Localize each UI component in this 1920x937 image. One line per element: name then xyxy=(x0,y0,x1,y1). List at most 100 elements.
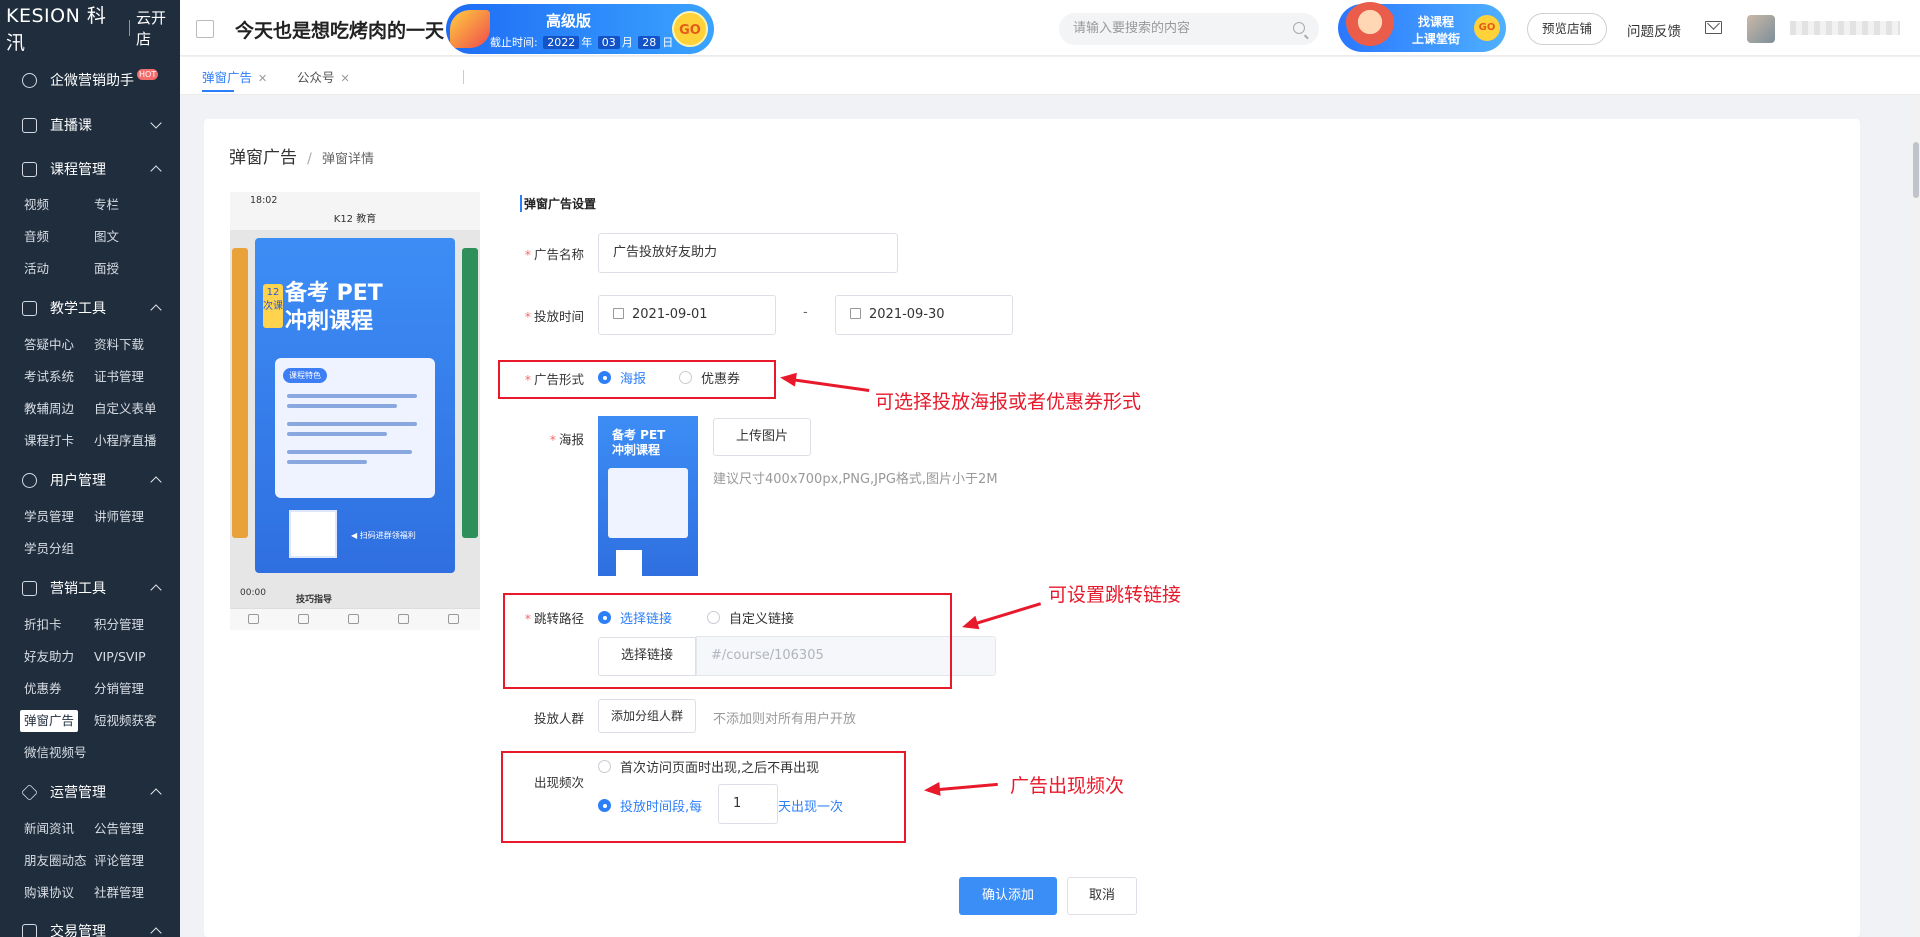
page-scrollbar-thumb[interactable] xyxy=(1913,142,1919,198)
cancel-button[interactable]: 取消 xyxy=(1067,877,1137,915)
sidebar-item-video[interactable]: 视频 xyxy=(24,194,49,216)
nav-group-user[interactable]: 用户管理 xyxy=(0,463,180,497)
logo-divider xyxy=(129,20,131,36)
close-icon[interactable]: ✕ xyxy=(258,72,267,85)
sidebar-item-agreement[interactable]: 购课协议 xyxy=(24,882,74,904)
sidebar-item-popup-ad[interactable]: 弹窗广告 xyxy=(20,710,79,732)
nav-group-marketing[interactable]: 营销工具 xyxy=(0,571,180,605)
find-course-banner[interactable]: 找课程 上课堂街 GO xyxy=(1338,2,1506,52)
close-icon[interactable]: ✕ xyxy=(341,72,350,85)
sidebar-item-mini-live[interactable]: 小程序直播 xyxy=(94,430,157,452)
audience-hint: 不添加则对所有用户开放 xyxy=(713,712,857,727)
breadcrumb-parent[interactable]: 弹窗广告 xyxy=(229,148,297,168)
sidebar-item-vip[interactable]: VIP/SVIP xyxy=(94,646,146,668)
sidebar-item-activity[interactable]: 活动 xyxy=(24,258,49,280)
tab-popup-ad[interactable]: 弹窗广告 ✕ xyxy=(202,67,267,86)
collapse-menu-icon[interactable] xyxy=(196,20,214,38)
sidebar-item-column[interactable]: 专栏 xyxy=(94,194,119,216)
add-group-button[interactable]: 添加分组人群 xyxy=(598,699,696,733)
phone-title: K12 教育 xyxy=(230,210,480,230)
mail-icon[interactable] xyxy=(1705,21,1722,34)
sidebar-item-news[interactable]: 新闻资讯 xyxy=(24,818,74,840)
sidebar-item-discount-card[interactable]: 折扣卡 xyxy=(24,614,62,636)
preview-store-button[interactable]: 预览店铺 xyxy=(1527,13,1607,45)
search-input[interactable]: 请输入要搜索的内容 xyxy=(1059,13,1319,45)
feature-label: 课程特色 xyxy=(283,368,327,383)
year-unit: 年 xyxy=(581,36,593,49)
username-blurred[interactable] xyxy=(1790,21,1900,35)
required-mark: * xyxy=(524,247,531,262)
sidebar: KESION 科汛 云开店 企微营销助手 HOT 直播课 课程管理 视频 专栏 … xyxy=(0,0,180,937)
chevron-up-icon xyxy=(150,584,162,596)
sidebar-item-moments[interactable]: 朋友圈动态 xyxy=(24,850,87,872)
sidebar-item-groups[interactable]: 学员分组 xyxy=(24,538,74,560)
nav-group-wecom[interactable]: 企微营销助手 HOT xyxy=(0,63,180,97)
nav-group-ops[interactable]: 运营管理 xyxy=(0,775,180,809)
poster-title: 备考 PET 冲刺课程 xyxy=(285,280,383,336)
tab-official-account[interactable]: 公众号 ✕ xyxy=(297,67,350,86)
nav-group-trade[interactable]: 交易管理 xyxy=(0,914,180,937)
avatar[interactable] xyxy=(1747,15,1775,43)
page-scrollbar-track[interactable] xyxy=(1912,95,1920,937)
feedback-link[interactable]: 问题反馈 xyxy=(1627,20,1681,40)
deadline-year: 2022 xyxy=(543,36,580,49)
go-button[interactable]: GO xyxy=(1474,15,1500,41)
confirm-add-button[interactable]: 确认添加 xyxy=(959,877,1057,915)
tab-label: 弹窗广告 xyxy=(202,70,253,85)
sidebar-item-teachers[interactable]: 讲师管理 xyxy=(94,506,144,528)
sidebar-item-coupon[interactable]: 优惠券 xyxy=(24,678,62,700)
course-icon xyxy=(22,161,37,177)
end-date-input[interactable]: 2021-09-30 xyxy=(835,295,1013,335)
annotation-frequency: 广告出现频次 xyxy=(1010,775,1125,797)
sidebar-item-custom-form[interactable]: 自定义表单 xyxy=(94,398,157,420)
go-button[interactable]: GO xyxy=(672,11,708,47)
sidebar-item-certificate[interactable]: 证书管理 xyxy=(94,366,144,388)
sidebar-item-supplies[interactable]: 教辅周边 xyxy=(24,398,74,420)
logo[interactable]: KESION 科汛 云开店 xyxy=(0,0,180,56)
nav-group-label: 课程管理 xyxy=(50,162,106,178)
breadcrumb: 弹窗广告 / 弹窗详情 xyxy=(229,143,374,168)
nav-group-course[interactable]: 课程管理 xyxy=(0,152,180,186)
sidebar-item-qa[interactable]: 答疑中心 xyxy=(24,334,74,356)
annotation-format: 可选择投放海报或者优惠券形式 xyxy=(875,391,1142,413)
poster-thumbnail[interactable]: 备考 PET 冲刺课程 xyxy=(598,416,698,576)
deadline: 截止时间: 2022 年 03 月 28 日 xyxy=(490,34,673,50)
version-promo-banner[interactable]: 高级版 截止时间: 2022 年 03 月 28 日 GO xyxy=(446,4,714,54)
sidebar-item-community[interactable]: 社群管理 xyxy=(94,882,144,904)
sidebar-item-comments[interactable]: 评论管理 xyxy=(94,850,144,872)
video-time: 00:00 xyxy=(240,588,266,598)
sidebar-item-offline[interactable]: 面授 xyxy=(94,258,119,280)
sidebar-item-checkin[interactable]: 课程打卡 xyxy=(24,430,74,452)
nav-group-live[interactable]: 直播课 xyxy=(0,108,180,142)
required-mark: * xyxy=(549,432,556,447)
nav-group-teach[interactable]: 教学工具 xyxy=(0,291,180,325)
text-line xyxy=(287,432,387,436)
nav-group-label: 营销工具 xyxy=(50,581,106,597)
sidebar-item-exam[interactable]: 考试系统 xyxy=(24,366,74,388)
user-icon xyxy=(22,472,37,488)
sidebar-item-wechat-channels[interactable]: 微信视频号 xyxy=(24,742,87,764)
ad-name-input[interactable]: 广告投放好友助力 xyxy=(598,233,898,273)
text-line xyxy=(287,460,367,464)
text-line xyxy=(287,404,397,408)
tab-divider xyxy=(463,70,464,84)
upload-image-button[interactable]: 上传图片 xyxy=(713,418,811,456)
sidebar-item-friend-help[interactable]: 好友助力 xyxy=(24,646,74,668)
sidebar-item-points[interactable]: 积分管理 xyxy=(94,614,144,636)
search-icon[interactable] xyxy=(1293,22,1305,34)
qr-tip: ◀ 扫码进群领福利 xyxy=(351,531,416,540)
sidebar-item-audio[interactable]: 音频 xyxy=(24,226,49,248)
deadline-month: 03 xyxy=(597,36,620,49)
start-date-input[interactable]: 2021-09-01 xyxy=(598,295,776,335)
home-icon xyxy=(248,614,259,624)
audience-label: 投放人群 xyxy=(533,711,584,726)
phone-status-bar: 18:02 xyxy=(230,192,480,210)
live-icon xyxy=(22,117,37,133)
sidebar-item-distribution[interactable]: 分销管理 xyxy=(94,678,144,700)
sidebar-item-notice[interactable]: 公告管理 xyxy=(94,818,144,840)
sidebar-item-download[interactable]: 资料下载 xyxy=(94,334,144,356)
sidebar-item-article[interactable]: 图文 xyxy=(94,226,119,248)
chevron-up-icon xyxy=(150,165,162,177)
sidebar-item-students[interactable]: 学员管理 xyxy=(24,506,74,528)
sidebar-item-short-video[interactable]: 短视频获客 xyxy=(94,710,157,732)
